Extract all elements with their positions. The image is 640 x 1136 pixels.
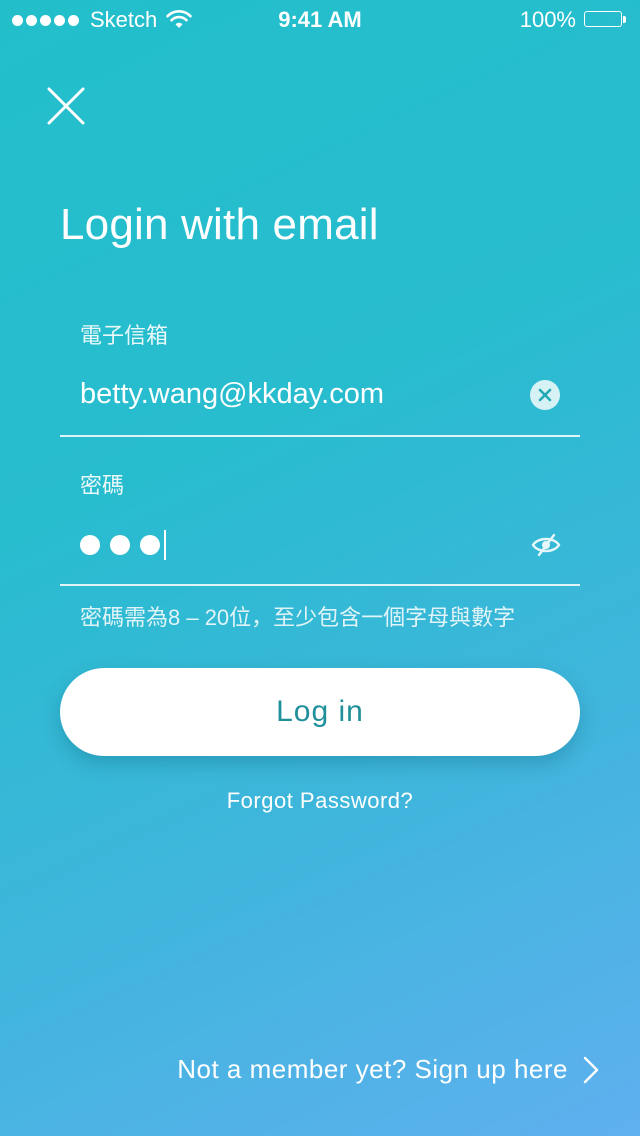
- signup-link-label: Not a member yet? Sign up here: [177, 1054, 568, 1084]
- status-right: 100%: [520, 0, 628, 40]
- eye-slash-icon: [531, 533, 561, 557]
- email-field[interactable]: [80, 370, 510, 418]
- battery-icon: [584, 11, 628, 29]
- status-bar: Sketch 9:41 AM 100%: [0, 0, 640, 40]
- clear-icon: [538, 388, 552, 402]
- close-button[interactable]: [44, 84, 88, 128]
- password-label: 密碼: [80, 473, 125, 498]
- login-screen: Sketch 9:41 AM 100% Login with email 電子信…: [0, 0, 640, 1136]
- email-divider: [60, 435, 580, 437]
- clear-email-button[interactable]: [530, 380, 560, 410]
- toggle-password-visibility-button[interactable]: [530, 532, 562, 558]
- page-title: Login with email: [60, 200, 379, 249]
- text-cursor: [164, 530, 166, 560]
- forgot-password-link[interactable]: Forgot Password?: [0, 788, 640, 814]
- battery-percent: 100%: [519, 7, 576, 32]
- chevron-right-icon: [583, 1056, 599, 1083]
- password-hint: 密碼需為8 – 20位，至少包含一個字母與數字: [80, 605, 516, 630]
- password-divider: [60, 584, 580, 586]
- email-label: 電子信箱: [80, 323, 169, 348]
- password-mask-dot: [110, 535, 130, 555]
- login-button[interactable]: Log in: [60, 668, 580, 756]
- password-mask-dot: [140, 535, 160, 555]
- password-field[interactable]: [80, 530, 166, 560]
- password-mask-dot: [80, 535, 100, 555]
- signup-link[interactable]: Not a member yet? Sign up here: [177, 1054, 600, 1085]
- close-icon: [47, 87, 85, 125]
